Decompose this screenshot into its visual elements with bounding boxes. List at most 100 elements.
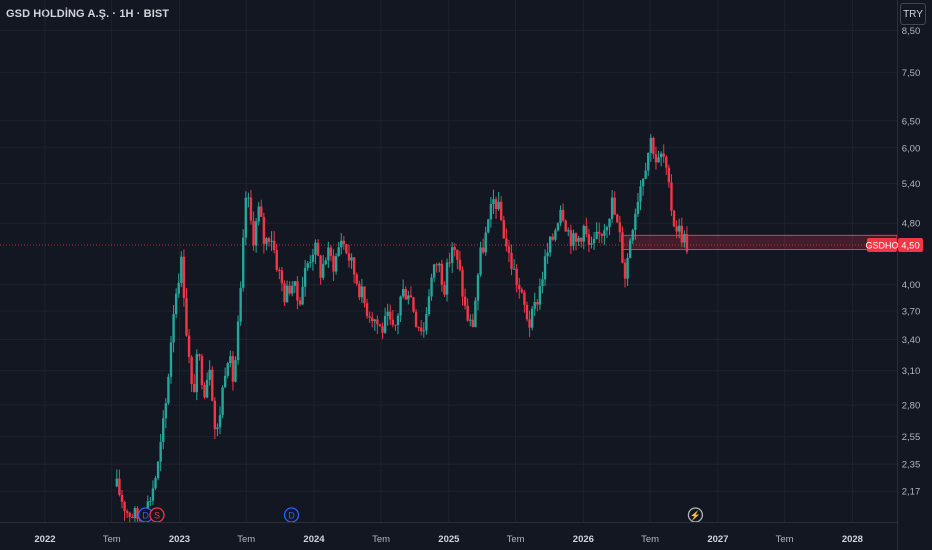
candle-body xyxy=(172,314,175,343)
candle xyxy=(324,257,327,266)
candle xyxy=(654,146,658,170)
candle-body xyxy=(499,201,503,221)
candle xyxy=(414,308,418,328)
candle-body xyxy=(401,289,405,297)
candle-body xyxy=(549,236,552,253)
candle xyxy=(154,475,157,491)
candle xyxy=(484,226,487,256)
split-marker[interactable]: S xyxy=(149,507,165,523)
x-tick-label: 2024 xyxy=(303,534,325,545)
candle-body xyxy=(432,264,436,278)
candle-body xyxy=(303,268,307,287)
candle xyxy=(213,397,217,439)
y-tick-label: 2,80 xyxy=(902,401,921,412)
candle-body xyxy=(546,252,549,257)
candle-body xyxy=(118,478,121,496)
candle-body xyxy=(260,206,263,217)
candle-body xyxy=(520,289,524,293)
candle-body xyxy=(412,297,415,312)
candle-body xyxy=(319,255,322,278)
candle xyxy=(657,150,660,163)
candle-body xyxy=(288,285,291,294)
candle xyxy=(605,225,609,238)
candle xyxy=(618,216,622,242)
x-tick-label: Tem xyxy=(372,534,390,545)
candle-body xyxy=(334,256,338,272)
candle-body xyxy=(296,281,299,301)
dividend-marker[interactable]: D xyxy=(283,507,300,523)
candle xyxy=(659,151,663,167)
candle-body xyxy=(252,220,255,246)
candle-body xyxy=(610,197,614,219)
candle-body xyxy=(631,229,634,241)
candle xyxy=(164,398,168,429)
candle-body xyxy=(603,230,606,236)
candle xyxy=(190,355,193,393)
candle-body xyxy=(169,342,173,377)
candle xyxy=(536,299,539,312)
candle-body xyxy=(644,170,647,179)
candle-body xyxy=(675,226,678,232)
candle xyxy=(195,349,198,401)
candle-body xyxy=(265,238,268,244)
candle-body xyxy=(559,209,562,224)
candle-body xyxy=(368,316,371,318)
candle-body xyxy=(407,295,410,300)
candle xyxy=(623,258,627,288)
y-tick-label: 6,00 xyxy=(902,143,921,154)
candle xyxy=(319,254,322,285)
candle-body xyxy=(409,295,413,298)
candle-body xyxy=(213,400,217,430)
candle xyxy=(564,219,567,232)
candle xyxy=(187,329,191,364)
candle-body xyxy=(492,199,495,204)
dividend-marker-letter: D xyxy=(288,511,295,521)
candle xyxy=(291,281,294,297)
candle-body xyxy=(198,354,201,357)
candle-body xyxy=(270,240,273,242)
candle-body xyxy=(167,376,170,404)
candle xyxy=(391,309,395,328)
x-tick-label: 2022 xyxy=(34,534,55,545)
time-axis: 2022 Tem 2023 Tem 2024 Tem 2025 Tem 2026 Tem 2027 T… xyxy=(0,522,897,545)
candle xyxy=(528,310,531,337)
candle xyxy=(185,288,188,337)
candle xyxy=(427,289,431,317)
candle-body xyxy=(582,225,585,242)
candle xyxy=(512,259,516,270)
candle xyxy=(234,356,237,383)
event-marker[interactable]: ⚡ xyxy=(687,507,704,523)
candle-body xyxy=(541,279,544,287)
candle xyxy=(211,366,214,402)
candle xyxy=(628,238,632,259)
candle xyxy=(257,201,260,226)
candle-body xyxy=(293,281,297,286)
candle xyxy=(159,434,162,472)
candle-body xyxy=(262,216,266,244)
candle-body xyxy=(358,283,361,298)
candle xyxy=(481,238,485,255)
candle xyxy=(608,218,611,236)
candle xyxy=(365,298,369,319)
candle-body xyxy=(133,508,137,519)
candle xyxy=(497,192,500,211)
candle xyxy=(636,192,640,217)
candle-body xyxy=(301,286,304,305)
candle xyxy=(665,155,668,175)
candle-body xyxy=(174,293,178,315)
candle-body xyxy=(376,319,379,325)
candle xyxy=(456,249,459,270)
price-chart[interactable]: D S D ⚡ 8,507,506,506,005,404,804,003,703,4… xyxy=(0,0,932,550)
candle-body xyxy=(425,313,428,331)
candle-body xyxy=(636,201,640,214)
candle xyxy=(551,233,554,241)
candle-body xyxy=(567,230,570,232)
candle-body xyxy=(634,213,637,230)
candle xyxy=(549,236,552,257)
candle-body xyxy=(275,249,278,271)
candle-body xyxy=(600,233,604,236)
candle xyxy=(231,351,235,391)
candle xyxy=(474,297,477,328)
candle-body xyxy=(218,415,222,428)
candle xyxy=(647,152,650,176)
